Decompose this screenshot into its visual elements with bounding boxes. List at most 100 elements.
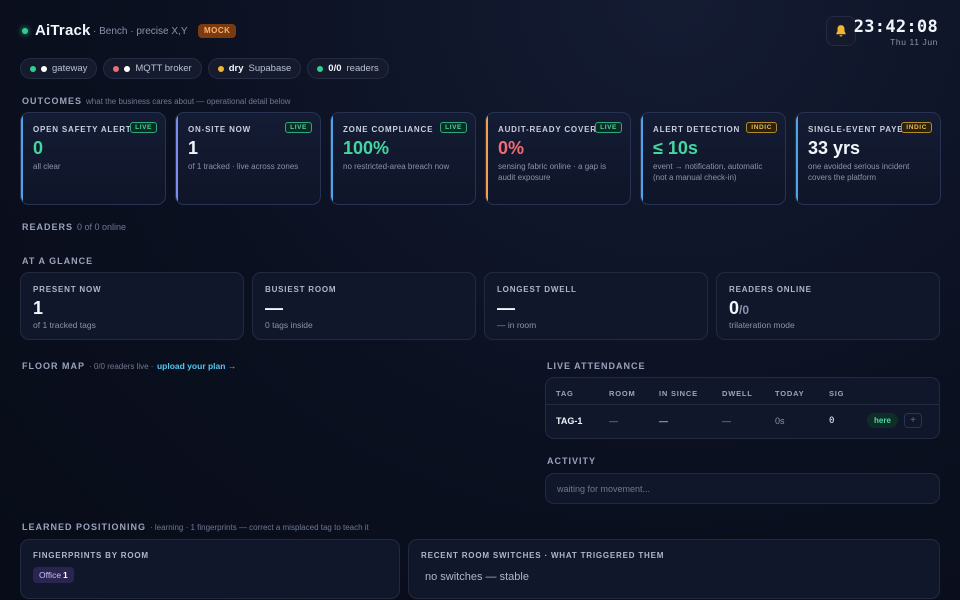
card-description: no restricted-area breach now	[343, 162, 450, 171]
outcome-card[interactable]: OPEN SAFETY ALERTS LIVE 0 all clear	[20, 112, 166, 205]
column-header: ROOM	[609, 389, 636, 398]
card-value: 0	[33, 138, 44, 158]
card-label: PRESENT NOW	[33, 285, 102, 294]
cell-today: 0s	[775, 416, 785, 426]
live-tag: LIVE	[440, 122, 467, 133]
pill-label: MQTT broker	[135, 63, 192, 74]
accent-bar	[331, 113, 333, 204]
section-subtitle: 0 of 0 online	[77, 222, 127, 232]
accent-bar	[641, 113, 643, 204]
pill-mqtt[interactable]: MQTT broker	[103, 58, 202, 79]
outcome-card[interactable]: ZONE COMPLIANCE LIVE 100% no restricted-…	[330, 112, 476, 205]
switches-text: no switches — stable	[425, 571, 529, 583]
cell-dwell: —	[722, 416, 731, 426]
cell-in-since: —	[659, 416, 668, 426]
glance-heading: AT A GLANCE	[22, 256, 94, 266]
card-description: one avoided serious incident covers the …	[808, 162, 910, 182]
status-dot	[124, 65, 131, 72]
room-switches-card: RECENT ROOM SWITCHES · WHAT TRIGGERED TH…	[408, 539, 940, 599]
app-title: AiTrack	[35, 22, 91, 39]
card-label: ZONE COMPLIANCE	[343, 125, 434, 134]
glance-card-present[interactable]: PRESENT NOW 1 of 1 tracked tags	[20, 272, 244, 340]
outcome-card[interactable]: ON-SITE NOW LIVE 1 of 1 tracked · live a…	[175, 112, 321, 205]
add-button[interactable]: +	[904, 413, 922, 428]
column-header: TODAY	[775, 389, 805, 398]
status-dot	[41, 65, 47, 72]
indicative-tag: INDIC	[746, 122, 777, 133]
cell-signal: 0	[829, 416, 835, 426]
glance-card-longest-dwell[interactable]: LONGEST DWELL — — in room	[484, 272, 708, 340]
pill-readers[interactable]: 0/0 readers	[307, 58, 389, 79]
status-pills: gateway MQTT broker dry Supabase 0/0 rea…	[20, 58, 389, 79]
card-label: LONGEST DWELL	[497, 285, 577, 294]
pill-value: dry	[228, 63, 244, 74]
outcomes-heading: OUTCOMES what the business cares about — …	[22, 96, 291, 106]
pill-label: Supabase	[248, 63, 292, 74]
pill-label: gateway	[52, 63, 88, 74]
section-subtitle: · learning · 1 fingerprints — correct a …	[150, 523, 369, 532]
card-value: 0%	[498, 138, 525, 158]
divider	[546, 404, 939, 405]
glance-card-readers-online[interactable]: READERS ONLINE 0/0 trilateration mode	[716, 272, 940, 340]
column-header: SIG	[829, 389, 845, 398]
card-label: READERS ONLINE	[729, 285, 812, 294]
accent-bar	[796, 113, 798, 204]
accent-bar	[176, 113, 178, 204]
card-description: of 1 tracked · live across zones	[188, 162, 299, 171]
status-dot	[217, 65, 224, 72]
accent-bar	[21, 113, 23, 204]
card-label: FINGERPRINTS BY ROOM	[33, 551, 149, 560]
pill-supabase[interactable]: dry Supabase	[207, 58, 302, 79]
cell-room: —	[609, 416, 618, 426]
card-value: 1	[33, 298, 44, 318]
readers-heading: READERS 0 of 0 online	[22, 222, 126, 232]
card-description: 0 tags inside	[265, 320, 313, 330]
card-description: all clear	[33, 162, 61, 171]
notifications-button[interactable]	[826, 16, 856, 46]
section-title: OUTCOMES	[22, 96, 83, 106]
card-description: — in room	[497, 320, 537, 330]
card-description: trilateration mode	[729, 320, 795, 330]
outcome-card[interactable]: ALERT DETECTION INDIC ≤ 10s event → noti…	[640, 112, 786, 205]
card-label: BUSIEST ROOM	[265, 285, 337, 294]
column-header: TAG	[556, 389, 574, 398]
glance-card-busiest-room[interactable]: BUSIEST ROOM — 0 tags inside	[252, 272, 476, 340]
card-label: ON-SITE NOW	[188, 125, 252, 134]
card-label: OPEN SAFETY ALERTS	[33, 125, 138, 134]
column-header: IN SINCE	[659, 389, 698, 398]
card-description: of 1 tracked tags	[33, 320, 96, 330]
card-value: 1	[188, 138, 199, 158]
status-dot	[317, 65, 324, 72]
pill-gateway[interactable]: gateway	[20, 58, 98, 79]
status-badge: here	[867, 413, 898, 428]
status-dot	[22, 28, 28, 34]
card-description: sensing fabric online · a gap is audit e…	[498, 162, 607, 182]
mode-badge: MOCK	[198, 24, 237, 38]
learned-heading: LEARNED POSITIONING · learning · 1 finger…	[22, 522, 369, 532]
app-subtitle: · Bench · precise X,Y	[93, 26, 188, 37]
accent-bar	[486, 113, 488, 204]
live-tag: LIVE	[130, 122, 157, 133]
card-label: ALERT DETECTION	[653, 125, 741, 134]
attendance-heading: LIVE ATTENDANCE	[547, 361, 646, 371]
section-subtitle: what the business cares about — operatio…	[86, 97, 291, 106]
upload-plan-link[interactable]: upload your plan →	[157, 361, 236, 371]
card-value: —	[497, 298, 515, 318]
room-chip[interactable]: Office 1	[33, 567, 74, 583]
date: Thu 11 Jun	[890, 37, 938, 47]
indicative-tag: INDIC	[901, 122, 932, 133]
live-tag: LIVE	[285, 122, 312, 133]
floor-map-area[interactable]	[20, 378, 525, 518]
activity-feed: waiting for movement...	[545, 473, 940, 504]
section-title: READERS	[22, 222, 74, 232]
card-value: —	[265, 298, 283, 318]
live-tag: LIVE	[595, 122, 622, 133]
section-title: LEARNED POSITIONING	[22, 522, 147, 532]
card-label: RECENT ROOM SWITCHES · WHAT TRIGGERED TH…	[421, 551, 665, 560]
fingerprints-card: FINGERPRINTS BY ROOM Office 1	[20, 539, 400, 599]
outcome-card[interactable]: SINGLE-EVENT PAYBACK INDIC 33 yrs one av…	[795, 112, 941, 205]
card-description: event → notification, automatic (not a m…	[653, 162, 763, 182]
outcome-card[interactable]: AUDIT-READY COVERAGE LIVE 0% sensing fab…	[485, 112, 631, 205]
attendance-table: TAG ROOM IN SINCE DWELL TODAY SIG TAG-1 …	[545, 377, 940, 439]
section-title: FLOOR MAP	[22, 361, 85, 371]
